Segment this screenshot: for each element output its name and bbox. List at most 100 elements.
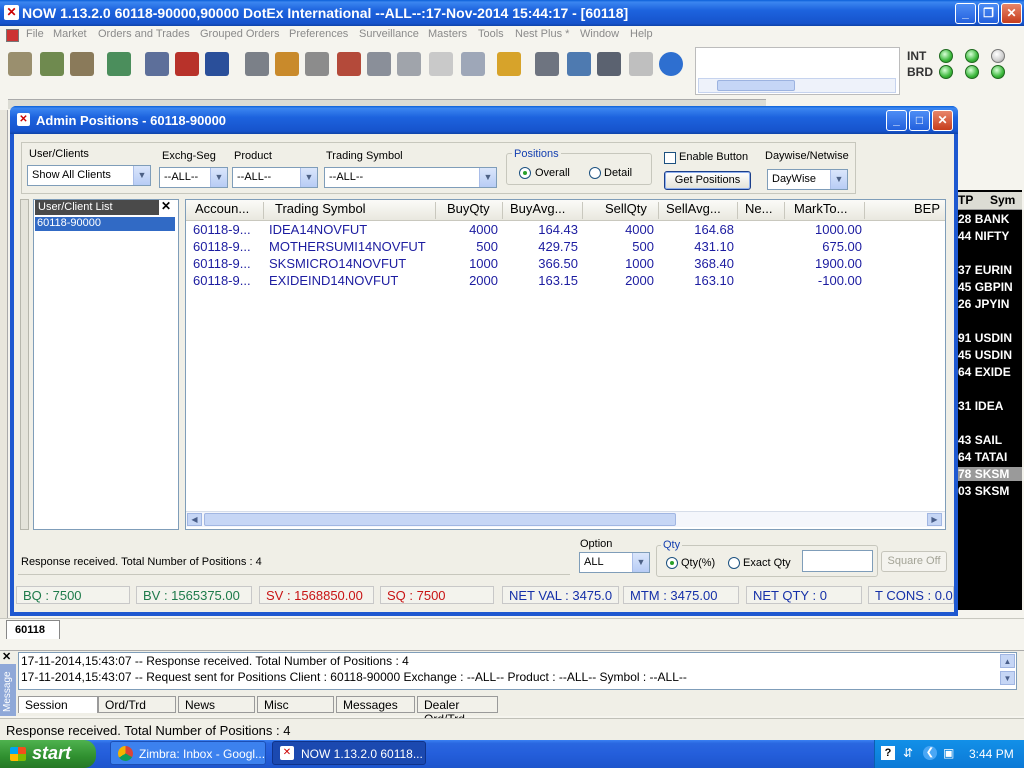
tool-book-icon[interactable]	[205, 52, 229, 76]
product-select[interactable]: --ALL-- ▼	[232, 167, 318, 188]
market-row[interactable]: 43 SAIL	[958, 433, 1022, 447]
market-row[interactable]: 45 GBPIN	[958, 280, 1022, 294]
exchg-seg-select[interactable]: --ALL-- ▼	[159, 167, 228, 188]
menu-surveillance[interactable]: Surveillance	[359, 28, 419, 40]
overall-label[interactable]: Overall	[535, 167, 570, 179]
exact-qty-label[interactable]: Exact Qty	[743, 557, 791, 569]
market-row[interactable]: 31 IDEA	[958, 399, 1022, 413]
qty-input[interactable]	[802, 550, 873, 572]
exact-qty-radio[interactable]	[728, 557, 740, 569]
dialog-title-bar[interactable]: ✕ Admin Positions - 60118-90000 _ □ ✕	[10, 106, 958, 134]
daywise-select[interactable]: DayWise ▼	[767, 169, 848, 190]
monitor-icon[interactable]: ▣	[943, 746, 959, 760]
restore-button[interactable]: ❐	[978, 3, 999, 24]
tool-monitor-icon[interactable]	[145, 52, 169, 76]
market-row[interactable]: 44 NIFTY	[958, 229, 1022, 243]
dialog-close-button[interactable]: ✕	[932, 110, 953, 131]
tool-list-icon[interactable]	[245, 52, 269, 76]
tool-refresh-icon[interactable]	[107, 52, 131, 76]
col-header-sell-qty[interactable]: SellQty	[605, 201, 647, 220]
tool-window-icon[interactable]	[535, 52, 559, 76]
enable-button-checkbox[interactable]	[664, 152, 676, 164]
scroll-thumb[interactable]	[204, 513, 676, 526]
tool-blank-icon[interactable]	[429, 52, 453, 76]
market-row[interactable]: 91 USDIN	[958, 331, 1022, 345]
tool-connect-icon[interactable]	[8, 52, 32, 76]
close-button[interactable]: ✕	[1001, 3, 1022, 24]
option-select[interactable]: ALL ▼	[579, 552, 650, 573]
market-row[interactable]: 45 USDIN	[958, 348, 1022, 362]
market-row[interactable]: 26 JPYIN	[958, 297, 1022, 311]
col-header-mark-to-market[interactable]: MarkTo...	[794, 201, 847, 220]
user-list-close-icon[interactable]: ✕	[161, 199, 171, 213]
grid-horizontal-scrollbar[interactable]: ◀ ▶	[186, 511, 945, 527]
tray-expand-icon[interactable]: ❮	[923, 746, 937, 760]
tool-print-icon[interactable]	[629, 52, 653, 76]
doc-tab-60118[interactable]: 60118	[6, 620, 60, 639]
market-row[interactable]: 64 EXIDE	[958, 365, 1022, 379]
qty-pct-label[interactable]: Qty(%)	[681, 557, 715, 569]
col-header-buy-qty[interactable]: BuyQty	[447, 201, 490, 220]
ticker-scrollbar[interactable]	[698, 78, 896, 93]
tool-exchange-icon[interactable]	[70, 52, 94, 76]
message-scroll-up-icon[interactable]: ▲	[1000, 654, 1015, 668]
menu-preferences[interactable]: Preferences	[289, 28, 348, 40]
tool-coins-icon[interactable]	[497, 52, 521, 76]
scroll-left-button[interactable]: ◀	[187, 513, 202, 526]
tab-session[interactable]: Session	[18, 696, 98, 713]
tool-copy-icon[interactable]	[367, 52, 391, 76]
market-row[interactable]: 03 SKSM	[958, 484, 1022, 498]
tab-messages[interactable]: Messages	[336, 696, 415, 713]
tab-dealer-ord-trd[interactable]: Dealer Ord/Trd	[417, 696, 498, 726]
market-row[interactable]: 37 EURIN	[958, 263, 1022, 277]
menu-help[interactable]: Help	[630, 28, 653, 40]
tool-report-icon[interactable]	[337, 52, 361, 76]
tool-info-icon[interactable]	[659, 52, 683, 76]
tool-check-icon[interactable]	[175, 52, 199, 76]
ticker-box[interactable]	[695, 47, 900, 95]
col-header-buy-avg[interactable]: BuyAvg...	[510, 201, 565, 220]
tool-search-icon[interactable]	[461, 52, 485, 76]
market-row[interactable]: 64 TATAI	[958, 450, 1022, 464]
tab-misc[interactable]: Misc	[257, 696, 334, 713]
menu-nest-plus[interactable]: Nest Plus *	[515, 28, 569, 40]
tool-chart-icon[interactable]	[567, 52, 591, 76]
detail-label[interactable]: Detail	[604, 167, 632, 179]
network-icon[interactable]: ⇵	[903, 746, 917, 760]
tool-doc-icon[interactable]	[305, 52, 329, 76]
menu-masters[interactable]: Masters	[428, 28, 467, 40]
message-close-icon[interactable]: ✕	[2, 650, 11, 663]
ticker-scroll-thumb[interactable]	[717, 80, 795, 91]
get-positions-button[interactable]: Get Positions	[664, 171, 751, 190]
tool-note-icon[interactable]	[275, 52, 299, 76]
menu-window[interactable]: Window	[580, 28, 619, 40]
scroll-right-button[interactable]: ▶	[927, 513, 942, 526]
col-header-sell-avg[interactable]: SellAvg...	[666, 201, 721, 220]
tab-ord-trd[interactable]: Ord/Trd	[98, 696, 176, 713]
col-header-bep[interactable]: BEP	[914, 201, 940, 220]
tool-add-icon[interactable]	[40, 52, 64, 76]
tool-sheet-icon[interactable]	[397, 52, 421, 76]
taskbar-chrome-button[interactable]: Zimbra: Inbox - Googl...	[110, 741, 266, 765]
trading-symbol-select[interactable]: --ALL-- ▼	[324, 167, 497, 188]
start-button[interactable]: start	[0, 740, 96, 768]
menu-orders-and-trades[interactable]: Orders and Trades	[98, 28, 190, 40]
qty-pct-radio[interactable]	[666, 557, 678, 569]
taskbar-now-button[interactable]: ✕ NOW 1.13.2.0 60118...	[272, 741, 426, 765]
col-header-net[interactable]: Ne...	[745, 201, 772, 220]
menu-market[interactable]: Market	[53, 28, 87, 40]
enable-button-label[interactable]: Enable Button	[679, 151, 748, 163]
menu-grouped-orders[interactable]: Grouped Orders	[200, 28, 279, 40]
user-clients-select[interactable]: Show All Clients ▼	[27, 165, 151, 186]
square-off-button[interactable]: Square Off	[881, 551, 947, 572]
menu-file[interactable]: File	[26, 28, 44, 40]
minimize-button[interactable]: _	[955, 3, 976, 24]
message-scroll-down-icon[interactable]: ▼	[1000, 671, 1015, 685]
tab-news[interactable]: News	[178, 696, 255, 713]
user-list-item-selected[interactable]: 60118-90000	[35, 217, 175, 231]
tool-user-icon[interactable]	[597, 52, 621, 76]
overall-radio[interactable]	[519, 167, 531, 179]
detail-radio[interactable]	[589, 167, 601, 179]
market-row-selected[interactable]: 78 SKSM	[958, 467, 1022, 481]
col-header-account[interactable]: Accoun...	[195, 201, 249, 220]
